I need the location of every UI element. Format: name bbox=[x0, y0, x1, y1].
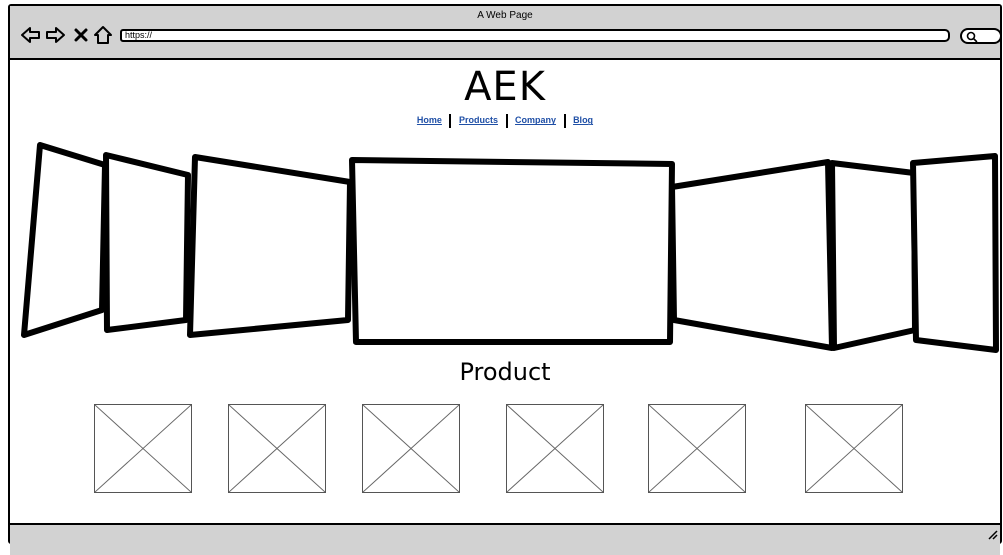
product-image-placeholder[interactable] bbox=[648, 404, 746, 493]
product-image-placeholder[interactable] bbox=[362, 404, 460, 493]
resize-grip-icon[interactable] bbox=[986, 528, 998, 540]
carousel-slide[interactable] bbox=[829, 160, 918, 351]
window-title: A Web Page bbox=[477, 10, 533, 21]
status-bar bbox=[10, 523, 1000, 555]
nav-separator bbox=[563, 114, 566, 128]
browser-toolbar: A Web Page https:// bbox=[10, 6, 1002, 60]
forward-arrow-icon[interactable] bbox=[44, 24, 66, 46]
image-placeholder-icon bbox=[363, 405, 459, 492]
nav-link-blog[interactable]: Blog bbox=[573, 115, 593, 125]
product-section-title: Product bbox=[459, 358, 551, 386]
search-button[interactable] bbox=[960, 28, 1002, 44]
home-icon[interactable] bbox=[92, 24, 114, 46]
image-placeholder-icon bbox=[649, 405, 745, 492]
address-bar[interactable]: https:// bbox=[120, 29, 950, 42]
image-placeholder-icon bbox=[95, 405, 191, 492]
nav-separator bbox=[449, 114, 452, 128]
product-image-placeholder[interactable] bbox=[228, 404, 326, 493]
nav-link-company[interactable]: Company bbox=[515, 115, 556, 125]
nav-link-home[interactable]: Home bbox=[417, 115, 442, 125]
nav-link-products[interactable]: Products bbox=[459, 115, 498, 125]
product-image-placeholder[interactable] bbox=[506, 404, 604, 493]
page-content: AEK Home Products Company Blog Product bbox=[10, 60, 1000, 542]
carousel-slide[interactable] bbox=[910, 153, 999, 353]
browser-window: A Web Page https:// AEK Home Products Co… bbox=[8, 4, 1002, 555]
back-arrow-icon[interactable] bbox=[20, 24, 42, 46]
site-logo: AEK bbox=[464, 64, 546, 110]
cover-flow-carousel[interactable] bbox=[10, 130, 1003, 360]
close-icon[interactable] bbox=[70, 24, 92, 46]
image-placeholder-icon bbox=[806, 405, 902, 492]
product-image-placeholder[interactable] bbox=[94, 404, 192, 493]
carousel-slide[interactable] bbox=[669, 159, 835, 351]
nav-separator bbox=[505, 114, 508, 128]
search-icon bbox=[966, 31, 978, 43]
image-placeholder-icon bbox=[507, 405, 603, 492]
carousel-slide-active[interactable] bbox=[349, 157, 675, 345]
carousel-slide[interactable] bbox=[21, 142, 108, 338]
carousel-slide[interactable] bbox=[187, 154, 353, 338]
product-image-placeholder[interactable] bbox=[805, 404, 903, 493]
main-navigation: Home Products Company Blog bbox=[10, 114, 1000, 128]
carousel-slide[interactable] bbox=[103, 152, 191, 333]
image-placeholder-icon bbox=[229, 405, 325, 492]
